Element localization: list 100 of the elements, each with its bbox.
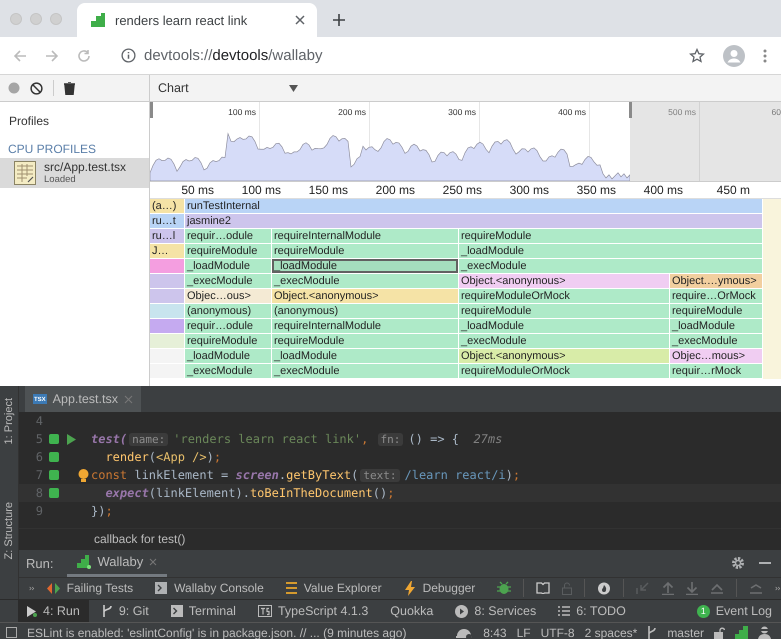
back-icon[interactable] bbox=[13, 48, 27, 62]
flame-block[interactable]: requireModule bbox=[459, 229, 762, 243]
indent-setting[interactable]: 2 spaces* bbox=[584, 626, 638, 639]
more-icon[interactable] bbox=[29, 584, 35, 592]
window-control-icon[interactable] bbox=[50, 12, 62, 24]
flame-block[interactable]: J… bbox=[150, 244, 184, 258]
flame-block[interactable]: Objec…mous> bbox=[670, 349, 762, 363]
structure-tab[interactable]: Z: Structure bbox=[3, 502, 15, 560]
flame-block[interactable]: requir…rMock bbox=[670, 364, 762, 378]
flame-block[interactable]: (a…) bbox=[150, 199, 184, 213]
flame-block[interactable]: requireModule bbox=[185, 244, 271, 258]
toolbar-button[interactable]: Wallaby Console bbox=[155, 581, 264, 596]
tool-window-button[interactable]: Quokka bbox=[381, 600, 442, 622]
flame-block[interactable]: _loadModule bbox=[272, 349, 458, 363]
breadcrumb[interactable]: callback for test() bbox=[94, 532, 186, 546]
trash-icon[interactable] bbox=[64, 82, 75, 94]
forward-icon[interactable] bbox=[45, 48, 59, 62]
flame-block[interactable]: _loadModule bbox=[185, 349, 271, 363]
collapse-icon[interactable] bbox=[636, 581, 650, 596]
flame-block[interactable]: requireModule bbox=[272, 244, 458, 258]
flame-block[interactable]: ru…t bbox=[150, 214, 184, 228]
tool-window-button[interactable]: 8: Services bbox=[446, 600, 546, 622]
flame-block[interactable]: Object.<anonymous> bbox=[459, 274, 669, 288]
toolbar-button[interactable]: Failing Tests bbox=[46, 581, 134, 596]
flame-block[interactable]: _execModule bbox=[272, 274, 458, 288]
lock-icon[interactable] bbox=[562, 582, 572, 595]
run-icon[interactable] bbox=[67, 434, 76, 444]
tool-window-button[interactable]: 4: Run bbox=[18, 600, 89, 622]
flame-block[interactable]: requir…odule bbox=[185, 229, 271, 243]
branch-icon[interactable] bbox=[647, 626, 658, 639]
tool-window-button[interactable]: Terminal bbox=[162, 600, 245, 622]
flame-block[interactable]: _execModule bbox=[459, 259, 762, 273]
profile-item[interactable]: src/App.test.tsx Loaded bbox=[0, 158, 149, 188]
export-icon[interactable] bbox=[710, 582, 724, 594]
book-icon[interactable] bbox=[536, 582, 550, 594]
flame-block[interactable]: requireModuleOrMock bbox=[459, 289, 669, 303]
flame-block[interactable]: Object.<anonymous> bbox=[459, 349, 669, 363]
flame-block[interactable]: requir…odule bbox=[185, 319, 271, 333]
flame-icon[interactable] bbox=[597, 581, 612, 596]
flame-block[interactable]: requireModule bbox=[670, 304, 762, 318]
flame-block[interactable]: requireModule bbox=[459, 304, 669, 318]
flame-block[interactable]: requireModule bbox=[185, 334, 271, 348]
browser-tab[interactable]: renders learn react link bbox=[77, 3, 317, 37]
lightbulb-icon[interactable] bbox=[78, 469, 89, 483]
account-icon[interactable] bbox=[723, 44, 745, 66]
upload-icon[interactable] bbox=[662, 581, 674, 596]
tool-window-button[interactable]: 6: TODO bbox=[549, 600, 635, 622]
flame-block[interactable]: Object.<anonymous> bbox=[272, 289, 458, 303]
new-tab-icon[interactable] bbox=[333, 14, 345, 26]
project-tab[interactable]: 1: Project bbox=[3, 398, 15, 444]
close-icon[interactable] bbox=[295, 15, 305, 25]
toolbar-button[interactable]: Value Explorer bbox=[286, 581, 382, 596]
range-handle[interactable] bbox=[150, 102, 153, 118]
flame-block[interactable]: _execModule bbox=[459, 334, 669, 348]
event-log-button[interactable]: 1 Event Log bbox=[688, 600, 781, 622]
record-icon[interactable] bbox=[8, 82, 20, 94]
reload-icon[interactable] bbox=[77, 48, 91, 62]
flame-block[interactable]: (anonymous) bbox=[272, 304, 458, 318]
range-handle[interactable] bbox=[629, 102, 632, 118]
panel-icon[interactable] bbox=[6, 627, 17, 638]
flame-block[interactable]: runTestInternal bbox=[185, 199, 762, 213]
git-branch[interactable]: master bbox=[667, 626, 704, 639]
more-icon[interactable] bbox=[775, 584, 781, 592]
flame-block[interactable]: ru…l bbox=[150, 229, 184, 243]
file-encoding[interactable]: UTF-8 bbox=[540, 626, 575, 639]
window-control-icon[interactable] bbox=[10, 12, 22, 24]
flame-block[interactable]: (anonymous) bbox=[185, 304, 271, 318]
flame-block[interactable]: requireInternalModule bbox=[272, 229, 458, 243]
flame-block[interactable]: Object.…ymous> bbox=[670, 274, 762, 288]
caret-position[interactable]: 8:43 bbox=[483, 626, 507, 639]
flame-block[interactable]: _loadModule bbox=[459, 319, 669, 333]
flame-block[interactable]: requireModule bbox=[272, 334, 458, 348]
flame-block[interactable]: _loadModule bbox=[185, 259, 271, 273]
settings-icon[interactable] bbox=[731, 556, 745, 570]
line-separator[interactable]: LF bbox=[516, 626, 531, 639]
flame-block[interactable]: _execModule bbox=[185, 274, 271, 288]
minimize-icon[interactable] bbox=[759, 562, 771, 564]
clear-icon[interactable] bbox=[30, 82, 43, 94]
bug-icon[interactable] bbox=[497, 581, 512, 596]
flame-block[interactable]: _loadModule bbox=[272, 259, 458, 273]
unlock-icon[interactable] bbox=[714, 626, 725, 638]
menu-icon[interactable] bbox=[763, 48, 767, 62]
close-icon[interactable] bbox=[149, 558, 158, 566]
flame-block[interactable]: _execModule bbox=[670, 334, 762, 348]
flame-block[interactable]: _loadModule bbox=[670, 319, 762, 333]
view-dropdown[interactable]: Chart bbox=[150, 75, 298, 101]
url-field[interactable]: devtools://devtools/wallaby bbox=[144, 47, 671, 64]
toolbar-button[interactable]: Debugger bbox=[404, 580, 476, 596]
info-icon[interactable] bbox=[121, 48, 136, 63]
flame-block[interactable]: jasmine2 bbox=[185, 214, 762, 228]
flame-block[interactable]: Objec…ous> bbox=[185, 289, 271, 303]
inspector-icon[interactable] bbox=[758, 626, 771, 639]
flame-block[interactable]: _execModule bbox=[272, 364, 458, 378]
download-icon[interactable] bbox=[686, 581, 698, 596]
tool-window-button[interactable]: TypeScript 4.1.3 bbox=[248, 600, 378, 622]
flame-block[interactable]: requireInternalModule bbox=[272, 319, 458, 333]
flame-block[interactable]: requireModuleOrMock bbox=[459, 364, 669, 378]
import-icon[interactable] bbox=[749, 582, 764, 594]
flame-block[interactable]: require…OrMock bbox=[670, 289, 762, 303]
tool-window-button[interactable]: 9: Git bbox=[92, 600, 158, 622]
